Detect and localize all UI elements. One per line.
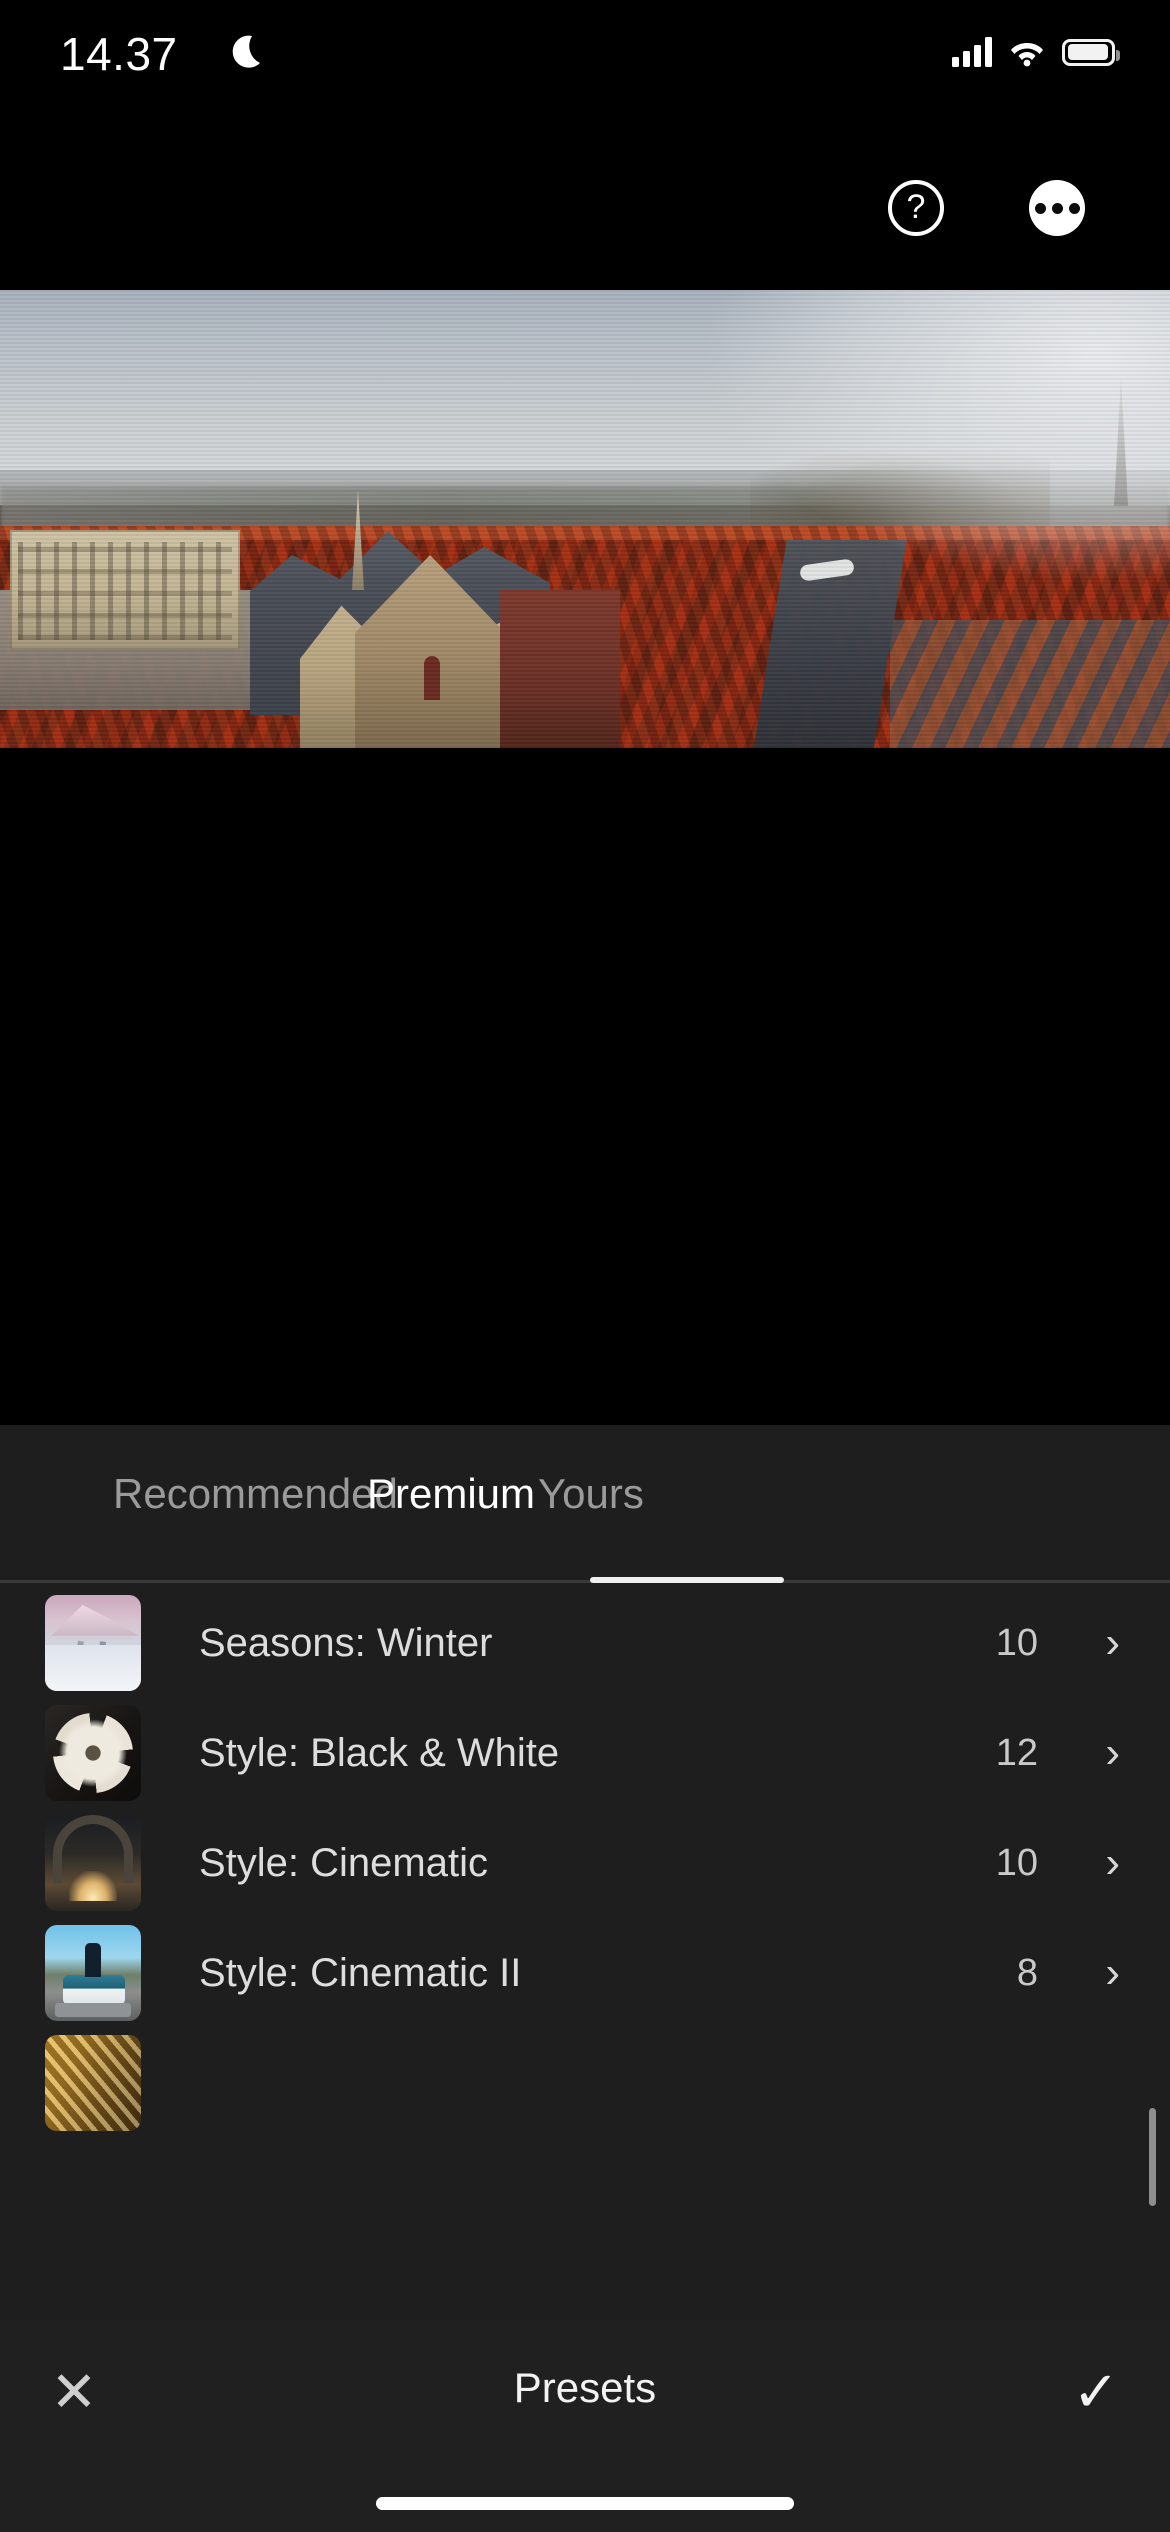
status-bar-time: 14.37	[60, 28, 178, 80]
tab-premium[interactable]: Premium	[367, 1473, 535, 1515]
preset-thumbnail	[45, 2035, 141, 2131]
preset-title: Seasons: Winter	[199, 1620, 493, 1665]
preset-count: 12	[995, 1731, 1038, 1774]
help-button[interactable]: ?	[888, 180, 944, 236]
preset-thumbnail	[45, 1925, 141, 2021]
tab-recommended[interactable]: Recommended	[113, 1473, 398, 1515]
app-screen: 14.37 ? Recommended Premium Yours Season…	[0, 0, 1170, 2532]
bottom-bar: ✕ Presets ✓	[0, 2320, 1170, 2532]
preset-count: 8	[1016, 1951, 1038, 1994]
photo-image	[0, 290, 1170, 748]
more-options-button[interactable]	[1029, 180, 1085, 236]
chevron-right-icon[interactable]: ›	[1105, 1841, 1120, 1885]
chevron-right-icon[interactable]: ›	[1105, 1621, 1120, 1665]
cellular-signal-icon	[952, 37, 992, 67]
preset-thumbnail	[45, 1815, 141, 1911]
photo-preview[interactable]	[0, 290, 1170, 748]
bottom-bar-title: Presets	[513, 2364, 657, 2411]
more-options-icon	[1029, 180, 1085, 236]
preset-tabs: Recommended Premium Yours	[0, 1425, 1170, 1588]
wifi-icon	[1011, 43, 1043, 67]
preset-title: Style: Black & White	[199, 1730, 560, 1775]
preset-row[interactable]: Style: Black & White 12 ›	[0, 1698, 1170, 1808]
preset-thumbnail	[45, 1595, 141, 1691]
home-indicator[interactable]	[376, 2497, 794, 2510]
preset-count: 10	[995, 1841, 1038, 1884]
confirm-button[interactable]: ✓	[1064, 2360, 1128, 2424]
help-circle-icon: ?	[888, 180, 944, 236]
preset-title: Style: Cinematic II	[199, 1950, 522, 1995]
crescent-moon-icon	[232, 35, 260, 68]
preset-row[interactable]: Seasons: Winter 10 ›	[0, 1588, 1170, 1698]
chevron-right-icon[interactable]: ›	[1105, 1731, 1120, 1775]
tabs-divider	[0, 1580, 1170, 1583]
preset-title: Style: Cinematic	[199, 1840, 488, 1885]
active-tab-underline	[590, 1577, 784, 1583]
preset-list[interactable]: Seasons: Winter 10 › Style: Black & Whit…	[0, 1588, 1170, 2388]
status-bar: 14.37	[0, 0, 1170, 130]
preset-count: 10	[995, 1621, 1038, 1664]
chevron-right-icon[interactable]: ›	[1105, 1951, 1120, 1995]
preset-row-partial[interactable]	[0, 2028, 1170, 2138]
preset-row[interactable]: Style: Cinematic II 8 ›	[0, 1918, 1170, 2028]
preset-row[interactable]: Style: Cinematic 10 ›	[0, 1808, 1170, 1918]
battery-icon	[1062, 38, 1120, 66]
top-action-bar: ?	[0, 165, 1170, 255]
tab-yours[interactable]: Yours	[538, 1473, 644, 1515]
list-scrollbar[interactable]	[1149, 2108, 1156, 2206]
status-bar-indicators	[952, 30, 1120, 74]
preset-thumbnail	[45, 1705, 141, 1801]
